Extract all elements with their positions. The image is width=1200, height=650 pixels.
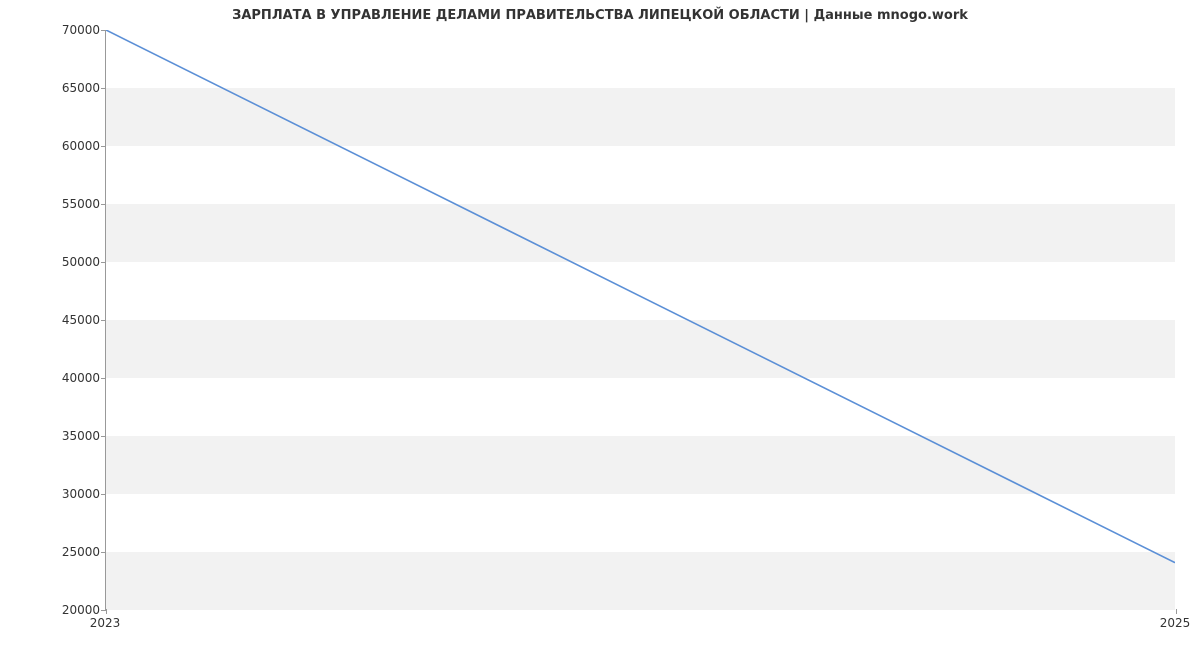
y-tick-label: 55000	[50, 197, 100, 211]
y-tick-mark	[101, 494, 106, 495]
y-tick-label: 30000	[50, 487, 100, 501]
y-tick-label: 20000	[50, 603, 100, 617]
y-tick-mark	[101, 552, 106, 553]
y-tick-label: 40000	[50, 371, 100, 385]
x-tick-label: 2023	[90, 616, 121, 630]
x-tick-mark	[1176, 609, 1177, 614]
grid-band	[106, 320, 1175, 378]
grid-band	[106, 436, 1175, 494]
chart-container: ЗАРПЛАТА В УПРАВЛЕНИЕ ДЕЛАМИ ПРАВИТЕЛЬСТ…	[0, 0, 1200, 650]
y-tick-label: 35000	[50, 429, 100, 443]
grid-band	[106, 204, 1175, 262]
grid-band	[106, 552, 1175, 610]
y-tick-mark	[101, 262, 106, 263]
y-tick-label: 50000	[50, 255, 100, 269]
y-tick-mark	[101, 204, 106, 205]
y-tick-mark	[101, 436, 106, 437]
y-tick-mark	[101, 320, 106, 321]
grid-band	[106, 88, 1175, 146]
plot-area	[105, 30, 1175, 610]
y-tick-mark	[101, 378, 106, 379]
y-tick-mark	[101, 88, 106, 89]
x-tick-mark	[106, 609, 107, 614]
y-tick-label: 25000	[50, 545, 100, 559]
y-tick-label: 45000	[50, 313, 100, 327]
chart-title: ЗАРПЛАТА В УПРАВЛЕНИЕ ДЕЛАМИ ПРАВИТЕЛЬСТ…	[0, 8, 1200, 23]
y-tick-mark	[101, 146, 106, 147]
y-tick-mark	[101, 30, 106, 31]
x-tick-label: 2025	[1160, 616, 1191, 630]
y-tick-label: 60000	[50, 139, 100, 153]
y-tick-label: 65000	[50, 81, 100, 95]
y-tick-label: 70000	[50, 23, 100, 37]
